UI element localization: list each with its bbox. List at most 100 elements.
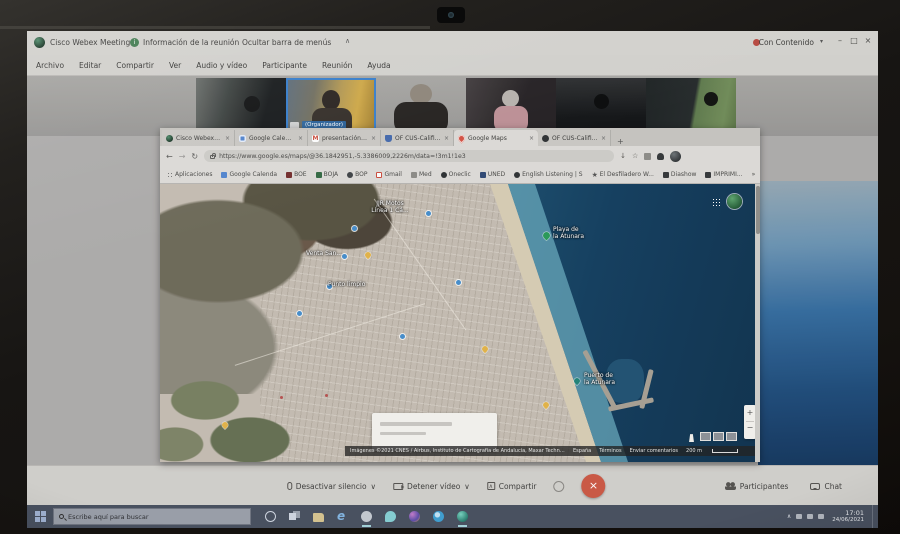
video-dropdown-icon[interactable]: ∨ — [464, 482, 470, 491]
bookmark-boja[interactable]: BOJA — [315, 171, 338, 178]
bookmark-med[interactable]: Med — [410, 171, 432, 178]
tab-calendar[interactable]: Google Calendar × — [235, 130, 308, 146]
volume-icon[interactable] — [807, 514, 814, 519]
tab-cus-1[interactable]: OF CUS-Calificacio...× — [381, 130, 454, 146]
leave-meeting-button[interactable]: × — [581, 474, 606, 498]
bookmark-diashow[interactable]: Diashow — [662, 171, 696, 178]
tab-google-maps[interactable]: Google Maps × — [454, 130, 538, 146]
mute-button[interactable]: Desactivar silencio ∨ — [286, 482, 377, 491]
taskbar-clock[interactable]: 17:01 24/06/2021 — [832, 509, 864, 524]
participants-button[interactable]: Participantes — [724, 482, 788, 491]
task-view-icon[interactable] — [289, 511, 300, 522]
menu-ayuda[interactable]: Ayuda — [367, 61, 390, 70]
menu-reunion[interactable]: Reunión — [322, 61, 352, 70]
photo-thumbnail[interactable] — [700, 432, 711, 441]
back-icon[interactable]: ← — [166, 152, 173, 161]
tray-expand-icon[interactable]: ∧ — [787, 513, 791, 520]
battery-icon[interactable] — [818, 514, 825, 519]
stop-video-button[interactable]: Detener vídeo ∨ — [393, 482, 470, 491]
bookmark-desfiladero[interactable]: El Desfiladero W... — [592, 171, 654, 178]
photo-thumbnail[interactable] — [713, 432, 724, 441]
chat-button[interactable]: Chat — [810, 482, 842, 491]
messaging-app-icon[interactable] — [385, 511, 396, 522]
tab-cus-2[interactable]: OF CUS-Calificacio...× — [538, 130, 611, 146]
tab-gmail[interactable]: presentación pago...× — [308, 130, 381, 146]
address-bar[interactable]: https://www.google.es/maps/@36.1842951,-… — [204, 150, 615, 162]
google-maps-canvas[interactable]: JJR Motos Línea 1 Cá... Venta San... Punt… — [160, 184, 760, 462]
poi-marker[interactable] — [352, 226, 357, 231]
extensions-icon[interactable] — [644, 152, 652, 160]
photo-thumbnail[interactable] — [726, 432, 737, 441]
google-apps-grid-icon[interactable] — [712, 198, 721, 207]
red-dot-marker[interactable] — [325, 394, 328, 397]
new-tab-button[interactable]: + — [617, 137, 624, 146]
recording-indicator[interactable]: Con Contenido — [759, 38, 814, 47]
bookmark-calendar[interactable]: Google Calenda — [221, 171, 277, 178]
participant-video-5[interactable] — [556, 78, 646, 134]
hide-menubar-button[interactable]: Ocultar barra de menús — [242, 38, 331, 47]
cortana-icon[interactable] — [265, 511, 276, 522]
bookmark-bop[interactable]: BOP — [347, 171, 367, 178]
poi-marker[interactable] — [342, 254, 347, 259]
app-icon-circle[interactable] — [361, 511, 372, 527]
menu-compartir[interactable]: Compartir — [116, 61, 154, 70]
tab-close-icon[interactable]: × — [601, 135, 606, 142]
menu-ver[interactable]: Ver — [169, 61, 181, 70]
tab-close-icon[interactable]: × — [298, 135, 303, 142]
forward-icon[interactable]: → — [179, 152, 186, 161]
minimize-button[interactable]: – — [834, 36, 846, 45]
bookmark-star-icon[interactable]: ☆ — [632, 152, 638, 160]
edge-icon[interactable] — [433, 511, 444, 522]
record-button[interactable] — [553, 480, 565, 492]
recording-dropdown-icon[interactable]: ▾ — [820, 38, 823, 45]
bookmark-uned[interactable]: UNED — [479, 171, 505, 178]
bookmark-oneclic[interactable]: Oneclic — [440, 171, 471, 178]
bookmark-imprimir[interactable]: IMPRIMI... — [705, 171, 743, 178]
bookmark-aplicaciones[interactable]: Aplicaciones — [167, 171, 212, 178]
download-icon[interactable]: ↓ — [620, 152, 626, 160]
share-button[interactable]: ∧ Compartir — [486, 482, 536, 491]
taskbar-search-input[interactable]: Escribe aquí para buscar — [53, 508, 251, 525]
tab-webex[interactable]: Cisco Webex Meeti...× — [162, 130, 235, 146]
maximize-button[interactable]: □ — [848, 36, 860, 45]
menu-participante[interactable]: Participante — [262, 61, 307, 70]
webex-taskbar-icon[interactable] — [457, 511, 468, 527]
app-icon-gradient[interactable] — [409, 511, 420, 522]
participant-video-3[interactable] — [376, 78, 466, 134]
tab-close-icon[interactable]: × — [225, 135, 230, 142]
bookmark-boe[interactable]: BOE — [286, 171, 307, 178]
feedback-link[interactable]: Enviar comentarios — [630, 448, 678, 454]
participant-video-6[interactable] — [646, 78, 736, 134]
participant-video-1[interactable] — [196, 78, 286, 134]
google-account-avatar[interactable] — [727, 194, 742, 209]
participant-video-4[interactable] — [466, 78, 556, 134]
scrollbar-thumb[interactable] — [755, 186, 760, 234]
poi-marker[interactable] — [426, 211, 431, 216]
bookmark-english[interactable]: English Listening | S — [514, 171, 583, 178]
meeting-info-button[interactable]: Información de la reunión — [143, 38, 239, 47]
red-dot-marker[interactable] — [280, 396, 283, 399]
poi-marker[interactable] — [456, 280, 461, 285]
tab-close-icon[interactable]: × — [444, 135, 449, 142]
terms-link[interactable]: Términos — [599, 448, 621, 454]
poi-marker[interactable] — [297, 311, 302, 316]
bookmarks-overflow-icon[interactable]: » — [752, 171, 756, 178]
show-desktop-button[interactable] — [872, 505, 874, 528]
internet-explorer-icon[interactable]: e — [337, 510, 348, 522]
url-text[interactable]: https://www.google.es/maps/@36.1842951,-… — [219, 153, 466, 160]
menu-audio-video[interactable]: Audio y vídeo — [196, 61, 247, 70]
tab-close-icon[interactable]: × — [529, 135, 534, 142]
tab-close-icon[interactable]: × — [371, 135, 376, 142]
file-explorer-icon[interactable] — [313, 513, 324, 522]
browser-scrollbar[interactable] — [755, 184, 760, 462]
browser-profile-avatar[interactable] — [670, 150, 682, 162]
chevron-up-icon[interactable]: ∧ — [345, 37, 350, 45]
menu-editar[interactable]: Editar — [79, 61, 101, 70]
attribution-country[interactable]: España — [573, 448, 591, 454]
bookmark-gmail[interactable]: Gmail — [376, 171, 402, 178]
menu-archivo[interactable]: Archivo — [36, 61, 64, 70]
notifications-icon[interactable] — [657, 152, 665, 160]
poi-marker[interactable] — [400, 334, 405, 339]
start-button[interactable] — [35, 511, 46, 522]
mute-dropdown-icon[interactable]: ∨ — [371, 482, 377, 491]
